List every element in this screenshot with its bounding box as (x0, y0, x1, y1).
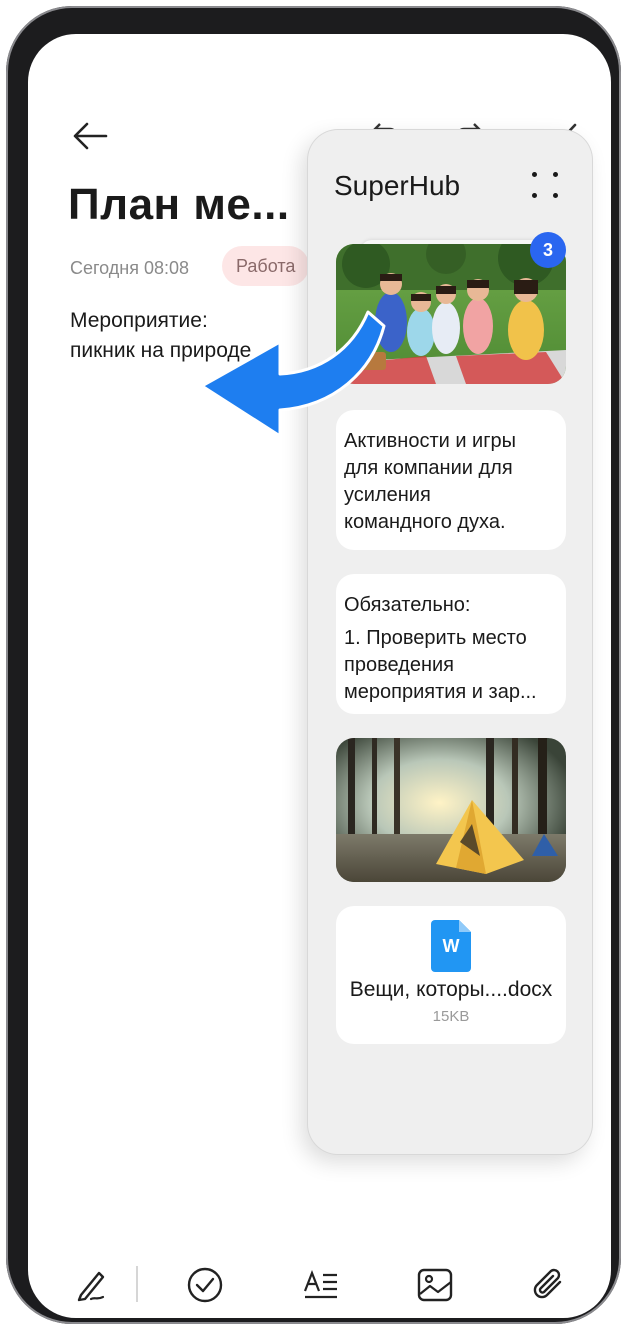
category-tag[interactable]: Работа (222, 246, 310, 286)
card-text-line: командного духа. (344, 511, 506, 533)
attachment-button[interactable] (526, 1262, 572, 1308)
card-text-line: Обязательно: (344, 594, 471, 616)
card-text-line: для компании для (344, 457, 513, 479)
card-text-line: Активности и игры (344, 430, 517, 452)
handwriting-button[interactable] (68, 1262, 114, 1308)
note-date: Сегодня 08:08 (70, 258, 190, 278)
card-text-line: усиления (344, 484, 431, 506)
note-body-line: Мероприятие: (70, 309, 208, 332)
text-format-button[interactable] (298, 1262, 344, 1308)
checklist-button[interactable] (182, 1262, 228, 1308)
tent-photo (336, 738, 566, 882)
insert-image-button[interactable] (412, 1262, 458, 1308)
bottom-toolbar (28, 1262, 611, 1318)
back-arrow-icon (73, 122, 108, 150)
toolbar-divider (136, 1266, 138, 1302)
note-body-line: пикник на природе (70, 339, 252, 362)
text-card-mandatory[interactable]: Обязательно: 1. Проверить место проведен… (336, 574, 566, 714)
document-name: Вещи, которы....docx (349, 978, 553, 1001)
phone-frame: План ме... Сегодня 08:08 Работа Мероприя… (6, 6, 621, 1324)
superhub-title: SuperHub (334, 170, 461, 201)
superhub-panel: SuperHub 3 Активности и игры для компани… (308, 130, 592, 1154)
word-document-icon: W (431, 920, 471, 972)
text-card-activities[interactable]: Активности и игры для компании для усиле… (336, 410, 566, 550)
handwriting-icon (77, 1271, 105, 1302)
card-text-line: мероприятия и зар... (344, 681, 537, 703)
tent-photo-card[interactable] (336, 738, 566, 882)
more-options-icon[interactable] (528, 168, 562, 202)
card-count-badge: 3 (530, 232, 566, 268)
image-icon (417, 1268, 453, 1302)
checklist-icon (187, 1267, 223, 1303)
card-text-line: проведения (344, 654, 454, 676)
document-card[interactable]: W Вещи, которы....docx 15KB (336, 906, 566, 1044)
note-body[interactable]: Мероприятие: пикник на природе (70, 306, 330, 366)
picnic-photo-card[interactable] (336, 244, 566, 384)
document-size: 15KB (432, 1008, 470, 1025)
attachment-icon (533, 1268, 562, 1299)
picnic-photo (336, 244, 566, 384)
note-title[interactable]: План ме... (68, 180, 290, 230)
text-format-icon (303, 1269, 337, 1299)
doc-icon-letter: W (442, 936, 460, 956)
card-text-line: 1. Проверить место (344, 627, 527, 649)
back-button[interactable] (70, 116, 110, 156)
screen: План ме... Сегодня 08:08 Работа Мероприя… (28, 34, 611, 1318)
